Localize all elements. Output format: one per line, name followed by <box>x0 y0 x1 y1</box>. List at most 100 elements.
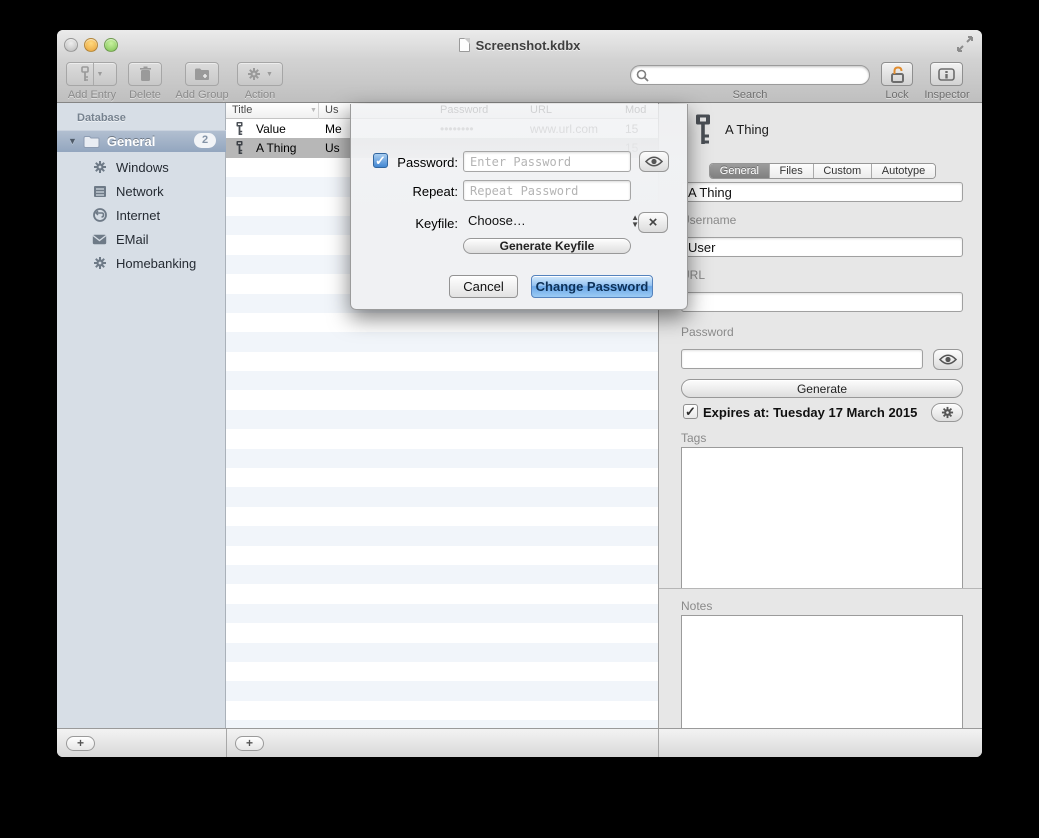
column-divider[interactable] <box>318 103 319 119</box>
expires-checkbox[interactable]: ✓ <box>683 404 698 419</box>
add-group-plus-button[interactable]: + <box>66 736 95 751</box>
sheet-repeat-input[interactable] <box>463 180 631 201</box>
tab-general[interactable]: General <box>710 164 769 178</box>
sort-descending-icon: ▼ <box>310 107 317 114</box>
lock-label: Lock <box>867 89 927 101</box>
eye-icon <box>939 354 957 365</box>
globe-icon <box>92 208 107 223</box>
sidebar-item-homebanking[interactable]: Homebanking <box>57 251 226 275</box>
group-sidebar: Database ▼ General 2 Windows Network Int… <box>57 103 226 728</box>
split-divider <box>93 63 94 85</box>
fullscreen-icon[interactable] <box>956 36 974 52</box>
app-window: Screenshot.kdbx ▼ Add Entry Delete Add G… <box>57 30 982 757</box>
reveal-password-button[interactable] <box>933 349 963 370</box>
folder-icon <box>83 135 100 148</box>
sidebar-item-windows[interactable]: Windows <box>57 155 226 179</box>
key-icon <box>693 113 713 146</box>
table-stripe <box>226 526 658 545</box>
folder-plus-icon <box>194 67 210 81</box>
gear-icon <box>247 67 261 81</box>
bottom-bar-divider <box>658 729 659 757</box>
action-label: Action <box>230 89 290 101</box>
window-title: Screenshot.kdbx <box>57 38 982 53</box>
add-group-label: Add Group <box>170 89 234 101</box>
sidebar-item-network[interactable]: Network <box>57 179 226 203</box>
add-group-button[interactable] <box>185 62 219 86</box>
sidebar-item-email[interactable]: EMail <box>57 227 226 251</box>
group-name: General <box>107 134 155 149</box>
sidebar-item-label: Homebanking <box>116 256 196 271</box>
inspector-panel: A Thing General Files Custom Autotype Us… <box>658 103 982 728</box>
tab-custom[interactable]: Custom <box>813 164 871 178</box>
padlock-open-icon <box>890 66 905 83</box>
envelope-icon <box>92 232 107 247</box>
table-stripe <box>226 410 658 429</box>
inspector-entry-title: A Thing <box>725 122 769 137</box>
generate-password-button[interactable]: Generate <box>681 379 963 398</box>
password-label: Password <box>681 325 734 339</box>
sheet-keyfile-label: Keyfile: <box>378 216 458 231</box>
table-stripe <box>226 371 658 390</box>
delete-label: Delete <box>113 89 177 101</box>
tab-files[interactable]: Files <box>769 164 813 178</box>
tags-box[interactable] <box>681 447 963 588</box>
table-stripe <box>226 604 658 623</box>
window-chrome: Screenshot.kdbx ▼ Add Entry Delete Add G… <box>57 30 982 103</box>
entry-count-badge: 2 <box>194 133 216 148</box>
lock-button[interactable] <box>881 62 913 86</box>
close-icon: × <box>649 214 658 231</box>
change-password-sheet: ✓ Password: Repeat: Keyfile: Choose… ▲▼ … <box>350 104 688 310</box>
title-field[interactable] <box>681 182 963 202</box>
section-divider <box>659 588 982 589</box>
table-stripe <box>226 313 658 332</box>
generate-keyfile-button[interactable]: Generate Keyfile <box>463 238 631 254</box>
sidebar-group-general[interactable]: ▼ General 2 <box>57 130 226 152</box>
sidebar-item-label: Network <box>116 184 164 199</box>
disclosure-triangle-icon[interactable]: ▼ <box>68 136 77 146</box>
entry-username: Me <box>325 122 342 136</box>
gear-icon <box>92 160 107 175</box>
server-icon <box>92 184 107 199</box>
bottom-bar-divider <box>226 729 227 757</box>
delete-button[interactable] <box>128 62 162 86</box>
entry-title: Value <box>256 122 286 136</box>
column-title[interactable]: Title <box>232 104 252 116</box>
clear-keyfile-button[interactable]: × <box>638 212 668 233</box>
expires-settings-button[interactable] <box>931 403 963 422</box>
tab-autotype[interactable]: Autotype <box>871 164 935 178</box>
tags-label: Tags <box>681 431 706 445</box>
search-label: Search <box>720 89 780 101</box>
chevron-down-icon[interactable]: ▼ <box>266 71 273 78</box>
change-password-button[interactable]: Change Password <box>531 275 653 298</box>
table-stripe <box>226 429 658 448</box>
keyfile-popup[interactable]: Choose… ▲▼ <box>463 213 639 233</box>
trash-icon <box>139 66 152 82</box>
key-icon <box>235 121 244 136</box>
entry-title: A Thing <box>256 141 296 155</box>
table-stripe <box>226 565 658 584</box>
url-field[interactable] <box>681 292 963 312</box>
document-icon <box>459 38 470 52</box>
inspector-button[interactable] <box>930 62 963 86</box>
action-button[interactable]: ▼ <box>237 62 283 86</box>
info-icon <box>938 68 955 81</box>
username-field[interactable] <box>681 237 963 257</box>
table-stripe <box>226 681 658 700</box>
cancel-button[interactable]: Cancel <box>449 275 518 298</box>
password-field[interactable] <box>681 349 923 369</box>
sidebar-item-label: Windows <box>116 160 169 175</box>
sidebar-item-internet[interactable]: Internet <box>57 203 226 227</box>
table-stripe <box>226 623 658 642</box>
expires-label: Expires at: Tuesday 17 March 2015 <box>703 405 917 420</box>
add-entry-button[interactable]: ▼ <box>66 62 117 86</box>
sheet-password-input[interactable] <box>463 151 631 172</box>
table-stripe <box>226 701 658 720</box>
reveal-password-button[interactable] <box>639 151 669 172</box>
bottom-bar: + + <box>57 728 982 757</box>
column-username[interactable]: Us <box>325 104 338 116</box>
add-entry-plus-button[interactable]: + <box>235 736 264 751</box>
search-input[interactable] <box>630 65 870 85</box>
table-stripe <box>226 546 658 565</box>
sidebar-item-label: EMail <box>116 232 149 247</box>
chevron-down-icon[interactable]: ▼ <box>97 71 104 78</box>
